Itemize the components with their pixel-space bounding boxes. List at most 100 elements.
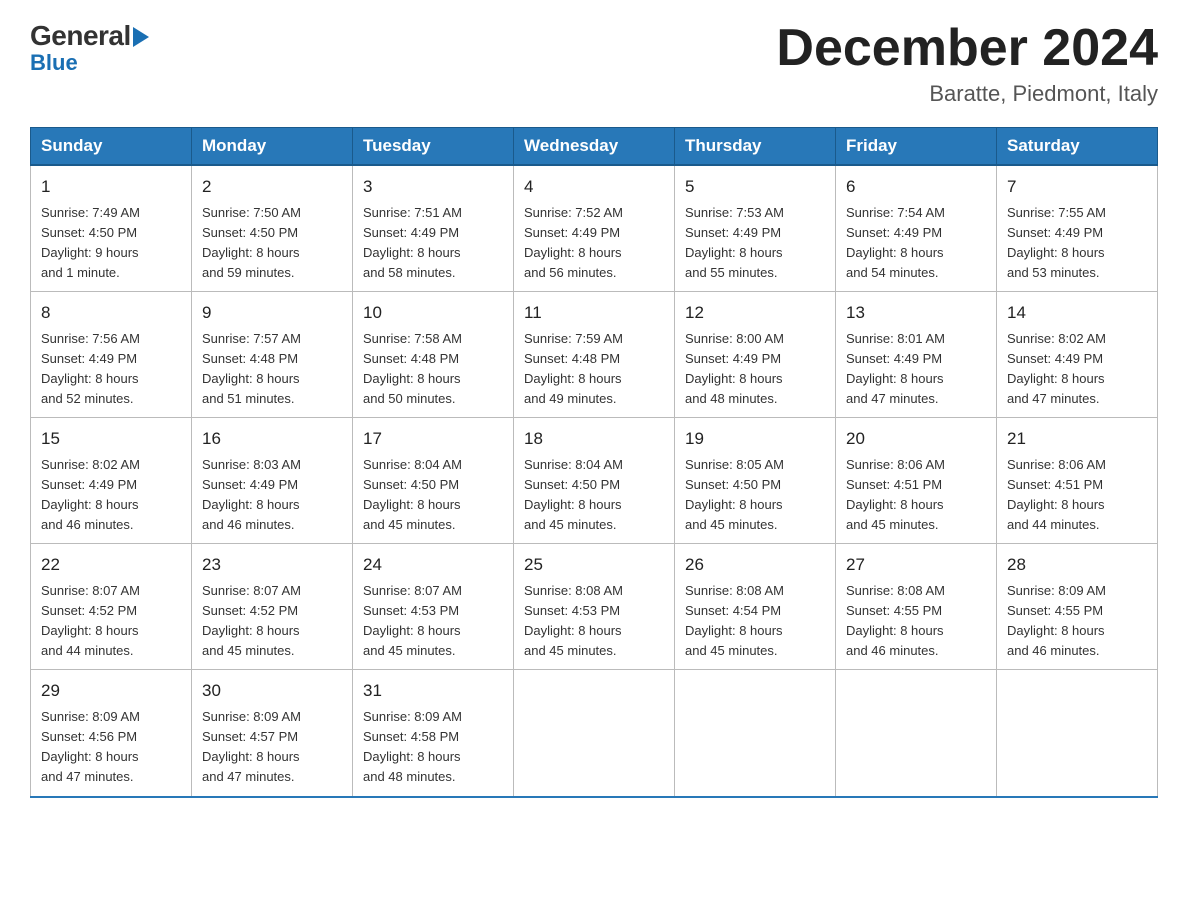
day-number: 11 — [524, 300, 664, 326]
calendar-cell-3: 3 Sunrise: 7:51 AMSunset: 4:49 PMDaylight… — [353, 165, 514, 292]
calendar-day-header-friday: Friday — [836, 128, 997, 166]
calendar-body: 1 Sunrise: 7:49 AMSunset: 4:50 PMDaylight… — [31, 165, 1158, 796]
day-info: Sunrise: 8:07 AMSunset: 4:52 PMDaylight:… — [41, 581, 181, 662]
calendar-cell-26: 26Sunrise: 8:08 AMSunset: 4:54 PMDayligh… — [675, 544, 836, 670]
calendar-cell-22: 22Sunrise: 8:07 AMSunset: 4:52 PMDayligh… — [31, 544, 192, 670]
calendar-cell-4: 4 Sunrise: 7:52 AMSunset: 4:49 PMDaylight… — [514, 165, 675, 292]
day-number: 19 — [685, 426, 825, 452]
day-info: Sunrise: 7:55 AMSunset: 4:49 PMDaylight:… — [1007, 203, 1147, 284]
calendar-cell-19: 19 Sunrise: 8:05 AMSunset: 4:50 PMDayligh… — [675, 418, 836, 544]
calendar-day-header-sunday: Sunday — [31, 128, 192, 166]
calendar-cell-10: 10Sunrise: 7:58 AMSunset: 4:48 PMDayligh… — [353, 292, 514, 418]
day-number: 15 — [41, 426, 181, 452]
day-number: 20 — [846, 426, 986, 452]
day-info: Sunrise: 8:08 AMSunset: 4:55 PMDaylight:… — [846, 581, 986, 662]
calendar-cell-9: 9Sunrise: 7:57 AMSunset: 4:48 PMDaylight… — [192, 292, 353, 418]
day-number: 25 — [524, 552, 664, 578]
month-title: December 2024 — [776, 20, 1158, 77]
location: Baratte, Piedmont, Italy — [776, 81, 1158, 107]
calendar-cell-15: 15 Sunrise: 8:02 AMSunset: 4:49 PMDayligh… — [31, 418, 192, 544]
day-info: Sunrise: 7:53 AMSunset: 4:49 PMDaylight:… — [685, 203, 825, 284]
calendar-day-header-monday: Monday — [192, 128, 353, 166]
day-info: Sunrise: 7:56 AMSunset: 4:49 PMDaylight:… — [41, 329, 181, 410]
logo-arrow-icon — [133, 27, 149, 47]
day-number: 16 — [202, 426, 342, 452]
calendar-cell-5: 5 Sunrise: 7:53 AMSunset: 4:49 PMDaylight… — [675, 165, 836, 292]
day-info: Sunrise: 7:57 AMSunset: 4:48 PMDaylight:… — [202, 329, 342, 410]
day-info: Sunrise: 8:03 AMSunset: 4:49 PMDaylight:… — [202, 455, 342, 536]
day-info: Sunrise: 7:51 AMSunset: 4:49 PMDaylight:… — [363, 203, 503, 284]
calendar-cell-20: 20 Sunrise: 8:06 AMSunset: 4:51 PMDayligh… — [836, 418, 997, 544]
day-info: Sunrise: 8:07 AMSunset: 4:52 PMDaylight:… — [202, 581, 342, 662]
calendar-cell-6: 6Sunrise: 7:54 AMSunset: 4:49 PMDaylight… — [836, 165, 997, 292]
day-number: 6 — [846, 174, 986, 200]
day-info: Sunrise: 8:00 AMSunset: 4:49 PMDaylight:… — [685, 329, 825, 410]
calendar-week-row-2: 8 Sunrise: 7:56 AMSunset: 4:49 PMDaylight… — [31, 292, 1158, 418]
day-number: 7 — [1007, 174, 1147, 200]
day-number: 27 — [846, 552, 986, 578]
calendar-table: SundayMondayTuesdayWednesdayThursdayFrid… — [30, 127, 1158, 797]
calendar-header-row: SundayMondayTuesdayWednesdayThursdayFrid… — [31, 128, 1158, 166]
day-info: Sunrise: 7:52 AMSunset: 4:49 PMDaylight:… — [524, 203, 664, 284]
day-info: Sunrise: 8:05 AMSunset: 4:50 PMDaylight:… — [685, 455, 825, 536]
day-number: 28 — [1007, 552, 1147, 578]
day-number: 24 — [363, 552, 503, 578]
calendar-cell-empty-w4c5 — [836, 670, 997, 797]
day-number: 5 — [685, 174, 825, 200]
day-info: Sunrise: 8:07 AMSunset: 4:53 PMDaylight:… — [363, 581, 503, 662]
calendar-cell-30: 30Sunrise: 8:09 AMSunset: 4:57 PMDayligh… — [192, 670, 353, 797]
day-info: Sunrise: 8:09 AMSunset: 4:57 PMDaylight:… — [202, 707, 342, 788]
calendar-day-header-thursday: Thursday — [675, 128, 836, 166]
calendar-day-header-wednesday: Wednesday — [514, 128, 675, 166]
logo-blue-text: Blue — [30, 50, 78, 76]
day-info: Sunrise: 7:58 AMSunset: 4:48 PMDaylight:… — [363, 329, 503, 410]
day-info: Sunrise: 8:02 AMSunset: 4:49 PMDaylight:… — [41, 455, 181, 536]
logo-general-text: General — [30, 20, 131, 52]
day-number: 23 — [202, 552, 342, 578]
page-header: General Blue December 2024 Baratte, Pied… — [30, 20, 1158, 107]
title-section: December 2024 Baratte, Piedmont, Italy — [776, 20, 1158, 107]
day-number: 3 — [363, 174, 503, 200]
day-number: 1 — [41, 174, 181, 200]
calendar-cell-empty-w4c3 — [514, 670, 675, 797]
calendar-cell-14: 14 Sunrise: 8:02 AMSunset: 4:49 PMDayligh… — [997, 292, 1158, 418]
day-number: 8 — [41, 300, 181, 326]
calendar-cell-12: 12Sunrise: 8:00 AMSunset: 4:49 PMDayligh… — [675, 292, 836, 418]
calendar-cell-23: 23 Sunrise: 8:07 AMSunset: 4:52 PMDayligh… — [192, 544, 353, 670]
calendar-cell-13: 13 Sunrise: 8:01 AMSunset: 4:49 PMDayligh… — [836, 292, 997, 418]
calendar-cell-7: 7 Sunrise: 7:55 AMSunset: 4:49 PMDaylight… — [997, 165, 1158, 292]
day-info: Sunrise: 8:02 AMSunset: 4:49 PMDaylight:… — [1007, 329, 1147, 410]
calendar-week-row-3: 15 Sunrise: 8:02 AMSunset: 4:49 PMDayligh… — [31, 418, 1158, 544]
calendar-cell-27: 27 Sunrise: 8:08 AMSunset: 4:55 PMDayligh… — [836, 544, 997, 670]
day-number: 29 — [41, 678, 181, 704]
logo: General Blue — [30, 20, 149, 76]
day-number: 4 — [524, 174, 664, 200]
day-number: 31 — [363, 678, 503, 704]
day-number: 18 — [524, 426, 664, 452]
calendar-day-header-tuesday: Tuesday — [353, 128, 514, 166]
day-info: Sunrise: 8:04 AMSunset: 4:50 PMDaylight:… — [524, 455, 664, 536]
day-number: 13 — [846, 300, 986, 326]
calendar-cell-31: 31Sunrise: 8:09 AMSunset: 4:58 PMDayligh… — [353, 670, 514, 797]
day-info: Sunrise: 7:49 AMSunset: 4:50 PMDaylight:… — [41, 203, 181, 284]
calendar-cell-18: 18 Sunrise: 8:04 AMSunset: 4:50 PMDayligh… — [514, 418, 675, 544]
day-info: Sunrise: 8:06 AMSunset: 4:51 PMDaylight:… — [846, 455, 986, 536]
calendar-cell-1: 1 Sunrise: 7:49 AMSunset: 4:50 PMDaylight… — [31, 165, 192, 292]
day-info: Sunrise: 7:59 AMSunset: 4:48 PMDaylight:… — [524, 329, 664, 410]
day-info: Sunrise: 8:08 AMSunset: 4:53 PMDaylight:… — [524, 581, 664, 662]
day-info: Sunrise: 8:01 AMSunset: 4:49 PMDaylight:… — [846, 329, 986, 410]
calendar-cell-16: 16 Sunrise: 8:03 AMSunset: 4:49 PMDayligh… — [192, 418, 353, 544]
calendar-cell-28: 28Sunrise: 8:09 AMSunset: 4:55 PMDayligh… — [997, 544, 1158, 670]
day-info: Sunrise: 8:04 AMSunset: 4:50 PMDaylight:… — [363, 455, 503, 536]
calendar-cell-24: 24 Sunrise: 8:07 AMSunset: 4:53 PMDayligh… — [353, 544, 514, 670]
day-info: Sunrise: 7:50 AMSunset: 4:50 PMDaylight:… — [202, 203, 342, 284]
day-info: Sunrise: 8:08 AMSunset: 4:54 PMDaylight:… — [685, 581, 825, 662]
calendar-cell-17: 17Sunrise: 8:04 AMSunset: 4:50 PMDayligh… — [353, 418, 514, 544]
calendar-week-row-5: 29Sunrise: 8:09 AMSunset: 4:56 PMDayligh… — [31, 670, 1158, 797]
day-number: 2 — [202, 174, 342, 200]
calendar-cell-21: 21Sunrise: 8:06 AMSunset: 4:51 PMDayligh… — [997, 418, 1158, 544]
calendar-cell-empty-w4c6 — [997, 670, 1158, 797]
calendar-cell-11: 11 Sunrise: 7:59 AMSunset: 4:48 PMDayligh… — [514, 292, 675, 418]
day-number: 14 — [1007, 300, 1147, 326]
calendar-week-row-1: 1 Sunrise: 7:49 AMSunset: 4:50 PMDaylight… — [31, 165, 1158, 292]
